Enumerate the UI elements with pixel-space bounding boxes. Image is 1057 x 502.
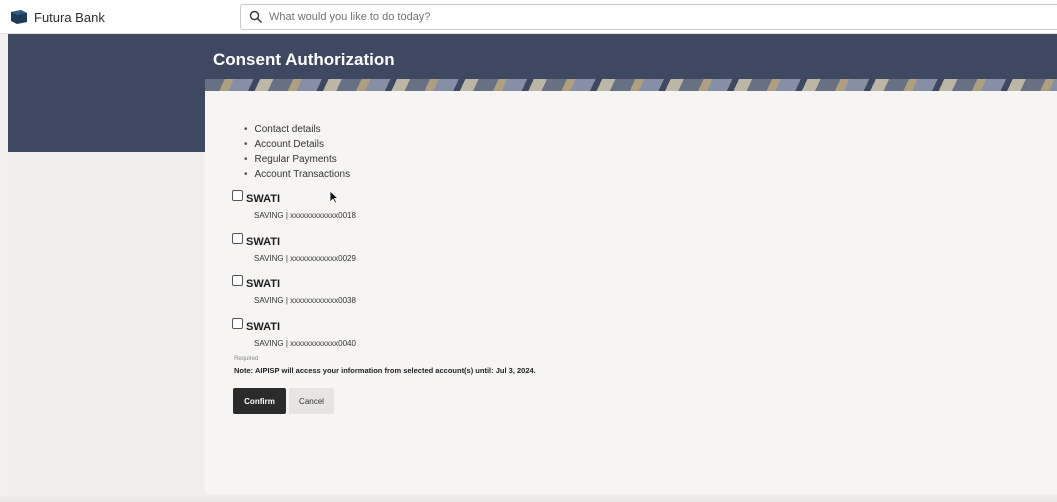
account-name: SWATI [246,193,281,205]
account-detail: SAVING | xxxxxxxxxxxx0029 [254,254,356,263]
page-title: Consent Authorization [213,50,395,69]
account-name: SWATI [246,321,281,333]
account-option[interactable]: SWATI SAVING | xxxxxxxxxxxx0040 [232,318,632,358]
account-checkbox[interactable] [232,190,243,201]
confirm-button[interactable]: Confirm [233,388,286,414]
account-name: SWATI [246,236,281,248]
account-option[interactable]: SWATI SAVING | xxxxxxxxxxxx0018 [232,190,632,230]
consent-note: Note: AIPISP will access your informatio… [234,366,536,375]
search-bar[interactable] [240,4,1057,30]
account-name: SWATI [246,278,281,290]
account-checkbox[interactable] [232,318,243,329]
mouse-pointer-icon [329,190,340,204]
search-input[interactable] [269,11,1029,23]
top-bar: Futura Bank [0,0,1057,34]
bottom-edge [0,494,1057,502]
cancel-button[interactable]: Cancel [289,388,334,414]
decorative-pattern [205,79,1057,91]
permission-item: Regular Payments [244,152,350,167]
account-option[interactable]: SWATI SAVING | xxxxxxxxxxxx0029 [232,233,632,273]
required-label: Required [234,356,259,362]
account-detail: SAVING | xxxxxxxxxxxx0038 [254,296,356,305]
account-detail: SAVING | xxxxxxxxxxxx0018 [254,211,356,220]
account-checkbox[interactable] [232,233,243,244]
background-texture [8,152,205,502]
permission-item: Account Details [244,137,350,152]
permission-item: Account Transactions [244,167,351,182]
account-option[interactable]: SWATI SAVING | xxxxxxxxxxxx0038 [232,275,632,315]
brand-name: Futura Bank [34,9,105,25]
bank-logo-icon [10,10,28,24]
brand[interactable]: Futura Bank [10,8,105,26]
permission-item: Contact details [244,122,350,137]
account-detail: SAVING | xxxxxxxxxxxx0040 [254,339,356,348]
permission-list: Contact details Account Details Regular … [244,122,351,182]
search-icon [249,10,263,24]
account-checkbox[interactable] [232,275,243,286]
